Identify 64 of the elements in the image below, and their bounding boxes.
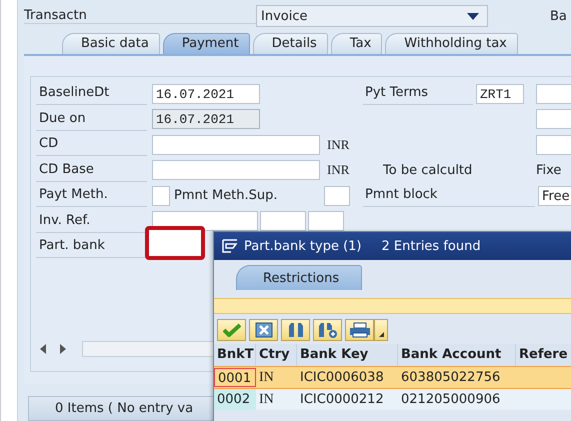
tab[interactable]: Withholding tax (385, 32, 518, 54)
find-more-button[interactable] (313, 319, 342, 341)
table-cell-text: ICIC0006038 (299, 370, 385, 385)
input-field[interactable] (308, 211, 344, 232)
input-field[interactable] (260, 211, 306, 232)
input-field[interactable] (536, 84, 571, 104)
input-field[interactable] (152, 160, 320, 180)
input-field[interactable]: Free (538, 186, 571, 206)
status-text: 0 Items ( No entry va (55, 401, 194, 416)
field-label: Pmnt block (363, 184, 535, 208)
tab[interactable]: Tax (330, 32, 382, 54)
table-cell-text: 021205000906 (400, 392, 502, 407)
input-field[interactable] (536, 109, 571, 130)
table-cell-text: ICIC0000212 (299, 392, 385, 407)
print-button[interactable] (345, 319, 374, 341)
confirm-button[interactable] (217, 319, 246, 341)
tab[interactable]: Basic data (62, 32, 160, 54)
find-button[interactable] (281, 319, 310, 341)
field-label: Due on (36, 108, 147, 131)
tab[interactable]: Payment (162, 32, 250, 54)
transaction-dropdown[interactable]: Invoice (256, 5, 488, 28)
currency-label: INR (327, 162, 350, 178)
popup-title: Part.bank type (1) (244, 238, 362, 254)
tab[interactable]: Details (252, 32, 328, 54)
field-label: Transactn (24, 8, 256, 24)
field-label: Ba (550, 8, 567, 24)
field-label: CD Base (36, 158, 147, 182)
binoculars-icon (286, 322, 304, 338)
right-arrow-icon[interactable] (58, 344, 66, 354)
caret-icon (467, 12, 479, 20)
input-field[interactable] (145, 226, 205, 260)
table-cell-text: 603805022756 (400, 370, 502, 385)
caret-icon (378, 332, 384, 337)
check-icon (222, 323, 240, 337)
entries-count: 2 Entries found (382, 238, 481, 254)
table-cell: 0002 (214, 389, 256, 410)
table-cell-text: IN (258, 370, 275, 386)
field-label: BaselineDt (36, 82, 147, 106)
field-label: Fixe (536, 162, 562, 178)
result-row[interactable]: 0002 IN ICIC0000212 021205000906 (214, 389, 571, 410)
input-field[interactable] (324, 186, 350, 206)
field-label: Payt Meth. (36, 184, 147, 208)
field-label: CD (36, 133, 147, 156)
date-field[interactable]: 16.07.2021 (152, 109, 260, 130)
close-icon (254, 322, 272, 338)
printer-icon (348, 322, 370, 338)
field-label: Pyt Terms (363, 82, 473, 106)
tab[interactable]: Restrictions (236, 265, 362, 290)
result-row[interactable]: 0001 IN ICIC0006038 603805022756 (214, 366, 571, 389)
input-field[interactable]: ZRT1 (476, 84, 524, 104)
field-label: To be calcultd (383, 162, 474, 178)
input-field[interactable] (536, 134, 571, 155)
cancel-button[interactable] (249, 319, 278, 341)
dropdown-button[interactable] (374, 319, 388, 341)
table-cell: 0001 (214, 368, 256, 387)
input-field[interactable] (152, 186, 170, 206)
currency-label: INR (327, 136, 350, 153)
left-arrow-icon[interactable] (40, 344, 48, 354)
binoculars-plus-icon (318, 322, 338, 338)
window-icon (222, 239, 238, 253)
date-field[interactable]: 16.07.2021 (152, 84, 260, 104)
table-cell-text: IN (258, 392, 275, 408)
input-field[interactable] (152, 134, 320, 155)
field-label: Pmnt Meth.Sup. (174, 188, 279, 204)
